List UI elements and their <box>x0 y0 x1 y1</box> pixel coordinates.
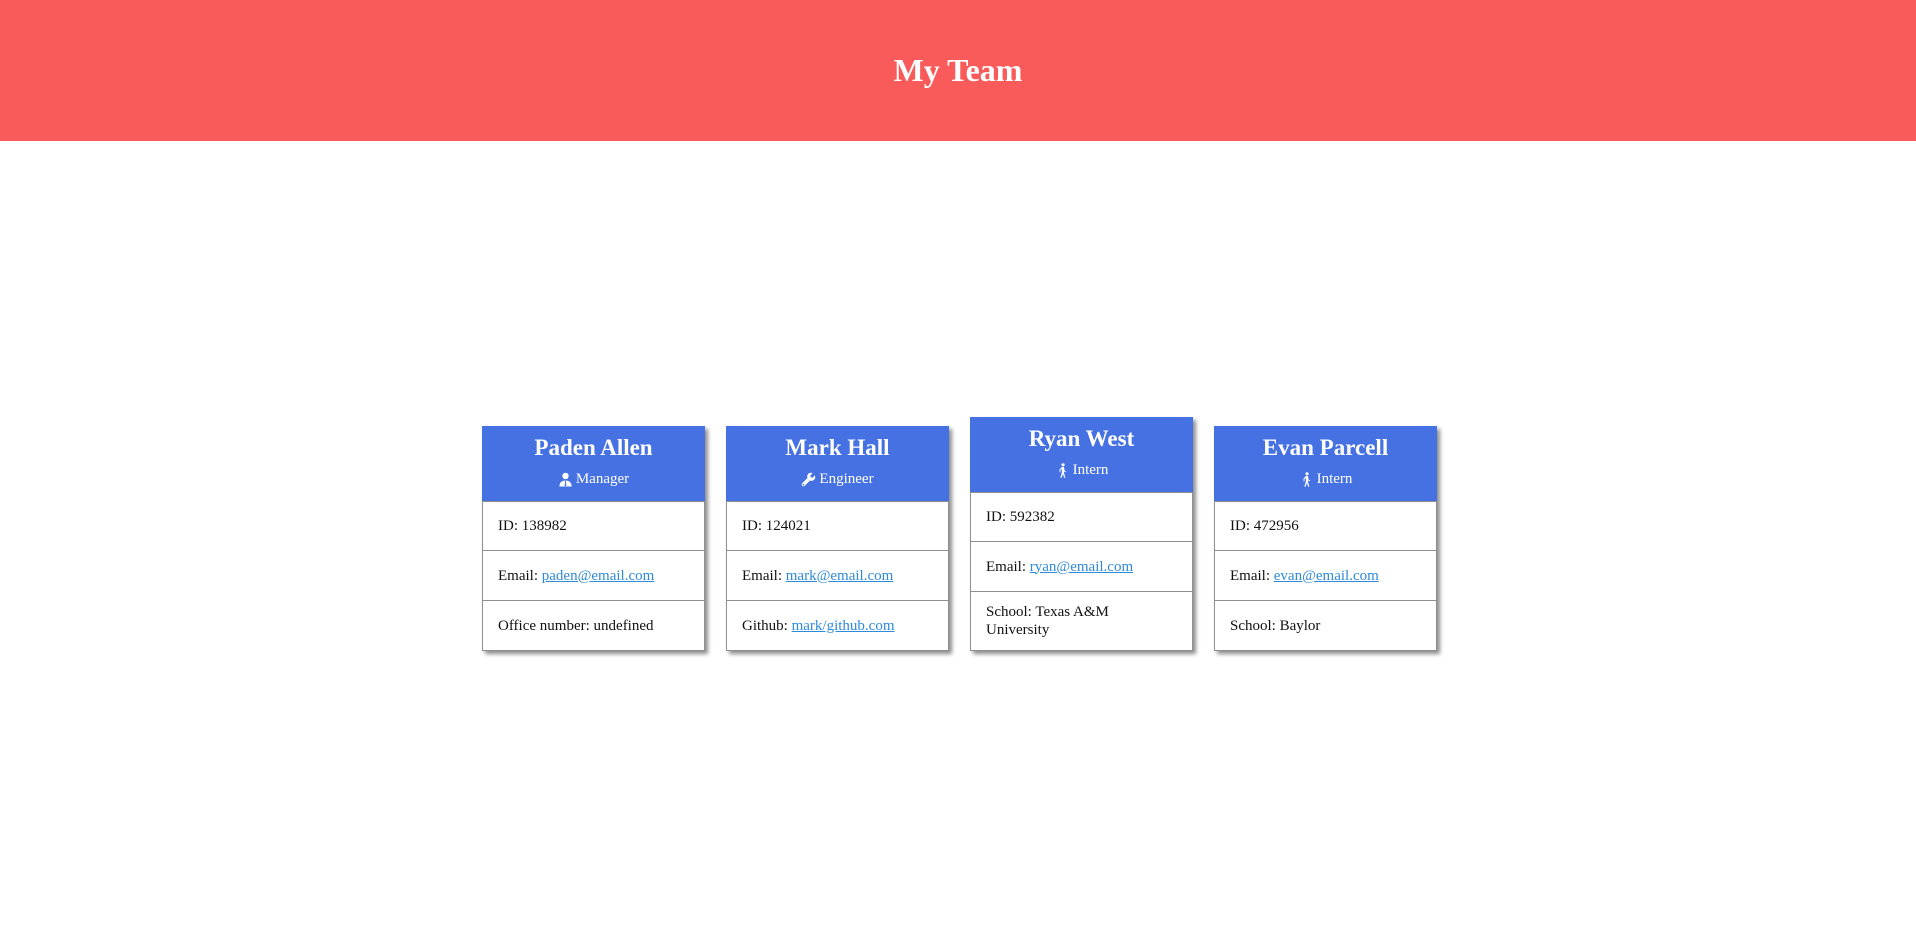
employee-card: Evan Parcell Intern ID: 472956 Email: ev… <box>1214 426 1437 651</box>
email-label: Email: <box>1230 567 1274 584</box>
employee-role-label: Intern <box>1316 471 1353 487</box>
employee-id-row: ID: 592382 <box>970 492 1193 542</box>
employee-name: Paden Allen <box>534 435 653 460</box>
email-label: Email: <box>986 558 1030 575</box>
github-label: Github: <box>742 617 792 634</box>
email-link[interactable]: ryan@email.com <box>1030 558 1133 576</box>
employee-id-row: ID: 124021 <box>726 501 949 551</box>
employee-role: Manager <box>482 470 705 488</box>
id-label: ID: <box>742 518 766 534</box>
email-link[interactable]: evan@email.com <box>1274 567 1379 585</box>
employee-email-row: Email: ryan@email.com <box>970 542 1193 592</box>
employee-role-label: Engineer <box>819 471 874 487</box>
page-header: My Team <box>0 0 1916 141</box>
office-number-row: Office number: undefined <box>482 601 705 651</box>
employee-id-row: ID: 138982 <box>482 501 705 551</box>
page-title: My Team <box>893 52 1023 88</box>
email-label: Email: <box>742 567 786 584</box>
employee-name: Mark Hall <box>785 435 890 460</box>
office-number-value: undefined <box>593 617 654 634</box>
id-label: ID: <box>1230 518 1254 534</box>
employee-id: 592382 <box>1009 509 1055 525</box>
email-link[interactable]: paden@email.com <box>542 567 655 585</box>
card-header: Ryan West Intern <box>970 417 1193 492</box>
github-row: Github: mark/github.com <box>726 601 949 651</box>
school-value: Baylor <box>1279 617 1321 634</box>
employee-card: Ryan West Intern ID: 592382 Email: ryan@… <box>970 417 1193 651</box>
wrench-icon <box>801 472 816 487</box>
employee-email-row: Email: paden@email.com <box>482 551 705 601</box>
walking-person-icon <box>1055 462 1070 478</box>
id-label: ID: <box>498 518 522 534</box>
employee-role: Intern <box>970 461 1193 479</box>
school-label: School: <box>986 604 1036 620</box>
employee-id: 472956 <box>1253 518 1299 534</box>
employee-role: Engineer <box>726 470 949 488</box>
employee-id: 124021 <box>765 518 811 534</box>
github-link[interactable]: mark/github.com <box>792 617 895 635</box>
email-link[interactable]: mark@email.com <box>786 567 894 585</box>
employee-email-row: Email: evan@email.com <box>1214 551 1437 601</box>
employee-role-label: Manager <box>575 471 630 487</box>
office-number-label: Office number: <box>498 617 594 634</box>
user-tie-icon <box>558 472 573 487</box>
id-label: ID: <box>986 509 1010 525</box>
card-header: Paden Allen Manager <box>482 426 705 501</box>
school-row: School: Texas A&M University <box>970 592 1193 651</box>
employee-role-label: Intern <box>1072 462 1109 478</box>
employee-id: 138982 <box>521 518 567 534</box>
employee-name: Ryan West <box>1028 426 1135 451</box>
employee-name: Evan Parcell <box>1262 435 1389 460</box>
employee-role: Intern <box>1214 470 1437 488</box>
school-label: School: <box>1230 617 1280 634</box>
card-header: Mark Hall Engineer <box>726 426 949 501</box>
employee-email-row: Email: mark@email.com <box>726 551 949 601</box>
school-row: School: Baylor <box>1214 601 1437 651</box>
employee-card: Paden Allen Manager ID: 138982 Email: pa… <box>482 426 705 651</box>
employee-id-row: ID: 472956 <box>1214 501 1437 551</box>
employee-card: Mark Hall Engineer ID: 124021 Email: mar… <box>726 426 949 651</box>
walking-person-icon <box>1299 471 1314 487</box>
card-header: Evan Parcell Intern <box>1214 426 1437 501</box>
email-label: Email: <box>498 567 542 584</box>
